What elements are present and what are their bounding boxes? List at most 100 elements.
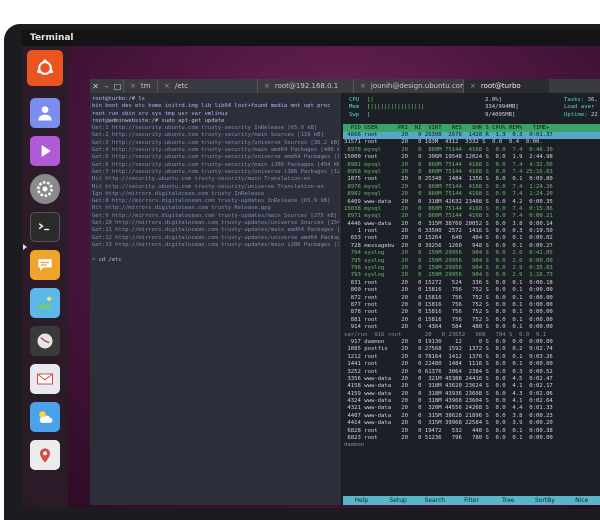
close-tab-icon[interactable]: ×	[360, 82, 366, 90]
process-row[interactable]: 796 syslog 20 0 250M 29956 904 S 0.0 2.9…	[343, 265, 600, 272]
process-row[interactable]: 15038 mysql 20 0 860M 75144 4168 S 0.0 7…	[343, 206, 600, 213]
terminal-tab[interactable]: × root@192.168.0.1	[257, 79, 353, 93]
terminal-tab[interactable]: × tm	[123, 79, 157, 93]
process-row[interactable]: 872 root 20 0 15816 756 752 S 0.0 0.1 0:…	[343, 295, 600, 302]
terminal-output-line: Get:13 http://mirrors.digitalocean.com t…	[92, 241, 339, 248]
process-row[interactable]: 860 root 20 0 15816 756 752 S 0.0 0.1 0:…	[343, 287, 600, 294]
process-row[interactable]: 1441 root 20 0 22480 1484 1116 S 0.0 0.1…	[343, 361, 600, 368]
terminal-output-line: Get:1 http://security.ubuntu.com trusty-…	[92, 125, 318, 132]
fkey-nice[interactable]: Nice	[563, 496, 600, 505]
process-table-header[interactable]: PID USER PRI NI VIRT RES SHR S CPU% MEM%…	[343, 124, 600, 132]
terminal-output-line: Ign http://mirrors.digitalocean.com trus…	[92, 190, 265, 197]
process-row[interactable]: 4324 www-data 20 0 318M 43968 23604 S 0.…	[343, 398, 600, 405]
process-row[interactable]: 31571 root 20 0 183M 4312 3332 S 0.0 0.4…	[343, 139, 600, 146]
process-row[interactable]: 6823 root 20 0 51236 796 780 S 0.0 0.1 0…	[343, 435, 600, 442]
fkey-setup[interactable]: Setup	[380, 496, 417, 505]
process-row[interactable]: 795 syslog 20 0 250M 29956 904 S 0.0 2.0…	[343, 258, 600, 265]
media-player-button[interactable]	[30, 136, 60, 166]
contacts-button[interactable]	[30, 98, 60, 128]
clock-button[interactable]	[30, 326, 60, 356]
process-row[interactable]: 15000 root 20 0 306M 19548 12024 S 0.0 1…	[343, 154, 600, 161]
terminal-pane-htop[interactable]: CPU [| 2.0%] Tasks: 36, Mem [||||||||||||||…	[343, 93, 600, 505]
mail-button[interactable]	[30, 364, 60, 394]
close-tab-icon[interactable]: ×	[130, 82, 136, 90]
process-row-selected[interactable]: 4666 root 20 0 26308 2676 1428 R 1.3 0.3…	[343, 132, 600, 140]
process-row[interactable]: 4407 www-data 20 0 315M 38628 21896 S 0.…	[343, 413, 600, 420]
terminal-output-line: Get:8 http://mirrors.digitalocean.com tr…	[92, 198, 331, 205]
fkey-tree[interactable]: Tree	[490, 496, 527, 505]
landscape-icon	[37, 296, 53, 309]
terminal-output-line: Hit http://security.ubuntu.com trusty-se…	[92, 183, 324, 190]
weather-button[interactable]	[30, 402, 60, 432]
process-row[interactable]: 793 syslog 20 0 250M 29956 904 S 0.0 2.9…	[343, 272, 600, 279]
process-row[interactable]: 1085 postfix 20 0 27568 1592 1372 S 0.0 …	[343, 346, 600, 353]
process-row[interactable]: 8982 mysql 20 0 860M 75144 4168 S 0.0 7.…	[343, 191, 600, 198]
process-row[interactable]: daemon	[343, 442, 600, 449]
process-row[interactable]: var/run 916 root 20 0 23652 968 784 S 0.…	[343, 332, 600, 339]
process-row[interactable]: 3252 root 20 0 61376 3064 2384 S 0.0 0.3…	[343, 369, 600, 376]
maps-button[interactable]	[30, 440, 60, 470]
process-row[interactable]: 8970 mysql 20 0 860M 75144 4168 S 0.0 7.…	[343, 147, 600, 154]
messages-button[interactable]	[30, 250, 60, 280]
terminal-output-line: root@turbo:/# ls	[92, 96, 145, 102]
terminal-output-line: ~ cd /etc	[92, 256, 122, 263]
system-settings-button[interactable]	[30, 174, 60, 204]
terminal-output-line: Get:4 http://security.ubuntu.com trusty-…	[92, 147, 339, 154]
process-row[interactable]: 831 root 20 0 15272 524 336 S 0.0 0.1 0:…	[343, 280, 600, 287]
process-row[interactable]: 8976 mysql 20 0 860M 75144 4168 S 0.0 7.…	[343, 184, 600, 191]
minimize-window-icon[interactable]: –	[101, 82, 112, 91]
close-tab-icon[interactable]: ×	[264, 82, 270, 90]
terminal-icon	[38, 223, 50, 231]
terminal-button[interactable]	[30, 212, 60, 242]
gear-icon	[37, 181, 53, 197]
process-row[interactable]: 1 root 20 0 33500 2572 1416 S 0.0 0.3 0:…	[343, 228, 600, 235]
top-panel: Terminal	[22, 30, 600, 46]
process-row[interactable]: 653 root 20 0 15264 640 484 S 0.0 0.1 0:…	[343, 235, 600, 242]
ubuntu-logo-icon	[37, 59, 53, 75]
terminal-tab[interactable]: × jounih@design.ubuntu.com	[353, 79, 463, 93]
desktop-screen: Terminal ✕ – □ × tm × /etc × root@192.16…	[22, 30, 600, 508]
terminal-output-line: Get:12 http://mirrors.digitalocean.com t…	[92, 234, 339, 241]
process-row[interactable]: 4414 www-data 20 0 315M 39968 22584 S 0.…	[343, 420, 600, 427]
terminal-output-line: Get:5 http://security.ubuntu.com trusty-…	[92, 154, 339, 161]
process-row[interactable]: 877 root 20 0 15816 756 752 S 0.0 0.1 0:…	[343, 302, 600, 309]
process-row[interactable]: 917 daemon 20 0 19130 12 0 S 0.0 0.0 0:0…	[343, 339, 600, 346]
fkey-help[interactable]: Help	[343, 496, 380, 505]
fkey-search[interactable]: Search	[416, 496, 453, 505]
process-row[interactable]: 4159 www-data 20 0 318M 43936 23608 S 0.…	[343, 391, 600, 398]
process-row[interactable]: 8971 mysql 20 0 860M 75144 4168 S 0.0 7.…	[343, 213, 600, 220]
process-row[interactable]: 794 syslog 20 0 250M 29956 904 S 0.0 2.0…	[343, 250, 600, 257]
terminal-output-line: Get:6 http://security.ubuntu.com trusty-…	[92, 161, 339, 168]
process-row[interactable]: 878 root 20 0 15816 756 752 S 0.0 0.1 0:…	[343, 309, 600, 316]
maximize-window-icon[interactable]: □	[112, 82, 123, 91]
terminal-tab-active[interactable]: × root@turbo	[463, 79, 549, 93]
terminal-tab[interactable]: ×/etc	[157, 79, 257, 93]
ubuntu-dash-button[interactable]	[27, 50, 63, 86]
map-pin-icon	[40, 448, 50, 463]
process-row[interactable]: 728 messagebu 20 0 39256 1260 948 S 0.0 …	[343, 243, 600, 250]
close-window-icon[interactable]: ✕	[90, 82, 101, 91]
process-row[interactable]: 4158 www-data 20 0 318M 43620 23624 S 0.…	[343, 383, 600, 390]
terminal-pane-left[interactable]: root@turbo:/# ls bin boot dev etc home in…	[90, 93, 341, 505]
process-row[interactable]: 4446 www-data 20 0 315M 38760 20052 S 0.…	[343, 221, 600, 228]
process-row[interactable]: 1212 root 20 0 78164 1412 1376 S 0.0 0.1…	[343, 354, 600, 361]
fkey-filter[interactable]: Filter	[453, 496, 490, 505]
fkey-sortby[interactable]: SortBy	[527, 496, 564, 505]
process-row[interactable]: 8981 mysql 20 0 860M 75144 4168 S 0.0 7.…	[343, 162, 600, 169]
play-icon	[41, 145, 51, 157]
process-row[interactable]: 881 root 20 0 15816 756 752 S 0.0 0.1 0:…	[343, 317, 600, 324]
weather-sun-cloud-icon	[39, 411, 53, 423]
process-row[interactable]: 914 root 20 0 4364 584 480 S 0.0 0.1 0:0…	[343, 324, 600, 331]
process-row[interactable]: 4321 www-data 20 0 320M 44556 24268 S 0.…	[343, 405, 600, 412]
gallery-button[interactable]	[30, 288, 60, 318]
process-row[interactable]: 8958 mysql 20 0 860M 75144 4168 S 0.0 7.…	[343, 169, 600, 176]
terminal-output-line: Get:2 http://security.ubuntu.com trusty-…	[92, 132, 324, 139]
process-row[interactable]: 6828 root 20 0 19472 532 448 S 0.0 0.1 0…	[343, 428, 600, 435]
terminal-output-line: root run sbin srv sys tmp usr var vmlinu…	[92, 110, 228, 117]
process-row[interactable]: 3356 www-data 20 0 321M 45388 24416 S 0.…	[343, 376, 600, 383]
process-row[interactable]: 1075 root 20 0 25348 1484 1356 S 0.0 0.1…	[343, 176, 600, 183]
close-tab-icon[interactable]: ×	[470, 82, 476, 90]
close-tab-icon[interactable]: ×	[164, 82, 170, 90]
process-row[interactable]: 6409 www-data 20 0 318M 42632 23408 S 0.…	[343, 199, 600, 206]
